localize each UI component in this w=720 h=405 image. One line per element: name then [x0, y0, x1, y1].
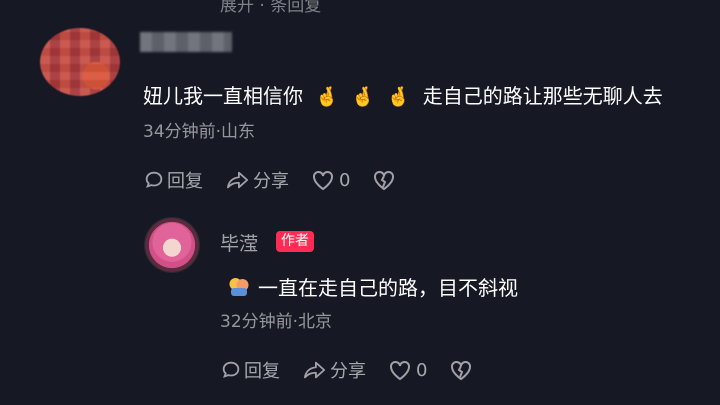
share-label: 分享 [253, 171, 289, 192]
comment-bubble-icon [143, 169, 165, 191]
comment-text-tail: 走自己的路让那些无聊人去 [422, 84, 663, 108]
share-arrow-icon [225, 169, 251, 191]
comment-meta: 34分钟前·山东 [143, 122, 256, 142]
broken-heart-icon [449, 359, 473, 381]
like-button[interactable]: 0 [388, 359, 427, 381]
share-label: 分享 [330, 361, 366, 382]
blurred-username[interactable] [140, 32, 232, 52]
dislike-button[interactable] [449, 359, 473, 381]
reply-button[interactable]: 回复 [220, 357, 280, 383]
heart-icon [311, 169, 335, 191]
comment-actions: 回复 分享 0 [143, 167, 418, 193]
comment-text[interactable]: 妞儿我一直相信你 🤞 🤞 🤞 走自己的路让那些无聊人去 [143, 80, 663, 109]
dislike-button[interactable] [372, 169, 396, 191]
reply-label: 回复 [167, 171, 203, 192]
comment-text-main: 妞儿我一直相信你 [143, 84, 303, 108]
author-avatar[interactable] [145, 218, 199, 272]
author-username[interactable]: 毕滢 [220, 229, 258, 256]
hug-emoji-icon [228, 276, 250, 298]
expand-replies-text[interactable]: 展开 · 条回复 [220, 0, 321, 16]
like-count: 0 [339, 169, 351, 191]
broken-heart-icon [372, 169, 396, 191]
reply-text[interactable]: 一直在走自己的路，目不斜视 [228, 272, 518, 301]
reply-label: 回复 [244, 361, 280, 382]
crossed-fingers-emoji-icon: 🤞 [315, 86, 340, 108]
reply-text-main: 一直在走自己的路，目不斜视 [258, 276, 518, 300]
avatar[interactable] [40, 28, 120, 96]
comment-thread: 展开 · 条回复 妞儿我一直相信你 🤞 🤞 🤞 走自己的路让那些无聊人去 34分钟前… [0, 0, 720, 405]
share-arrow-icon [302, 359, 328, 381]
comment-bubble-icon [220, 359, 242, 381]
like-count: 0 [416, 359, 428, 381]
author-badge: 作者 [276, 231, 314, 252]
crossed-fingers-emoji-icon: 🤞 [386, 86, 411, 108]
reply-actions: 回复 分享 0 [220, 357, 495, 383]
share-button[interactable]: 分享 [225, 167, 289, 193]
reply-button[interactable]: 回复 [143, 167, 203, 193]
reply-meta: 32分钟前·北京 [220, 312, 333, 332]
share-button[interactable]: 分享 [302, 357, 366, 383]
heart-icon [388, 359, 412, 381]
crossed-fingers-emoji-icon: 🤞 [351, 86, 375, 108]
like-button[interactable]: 0 [311, 169, 350, 191]
